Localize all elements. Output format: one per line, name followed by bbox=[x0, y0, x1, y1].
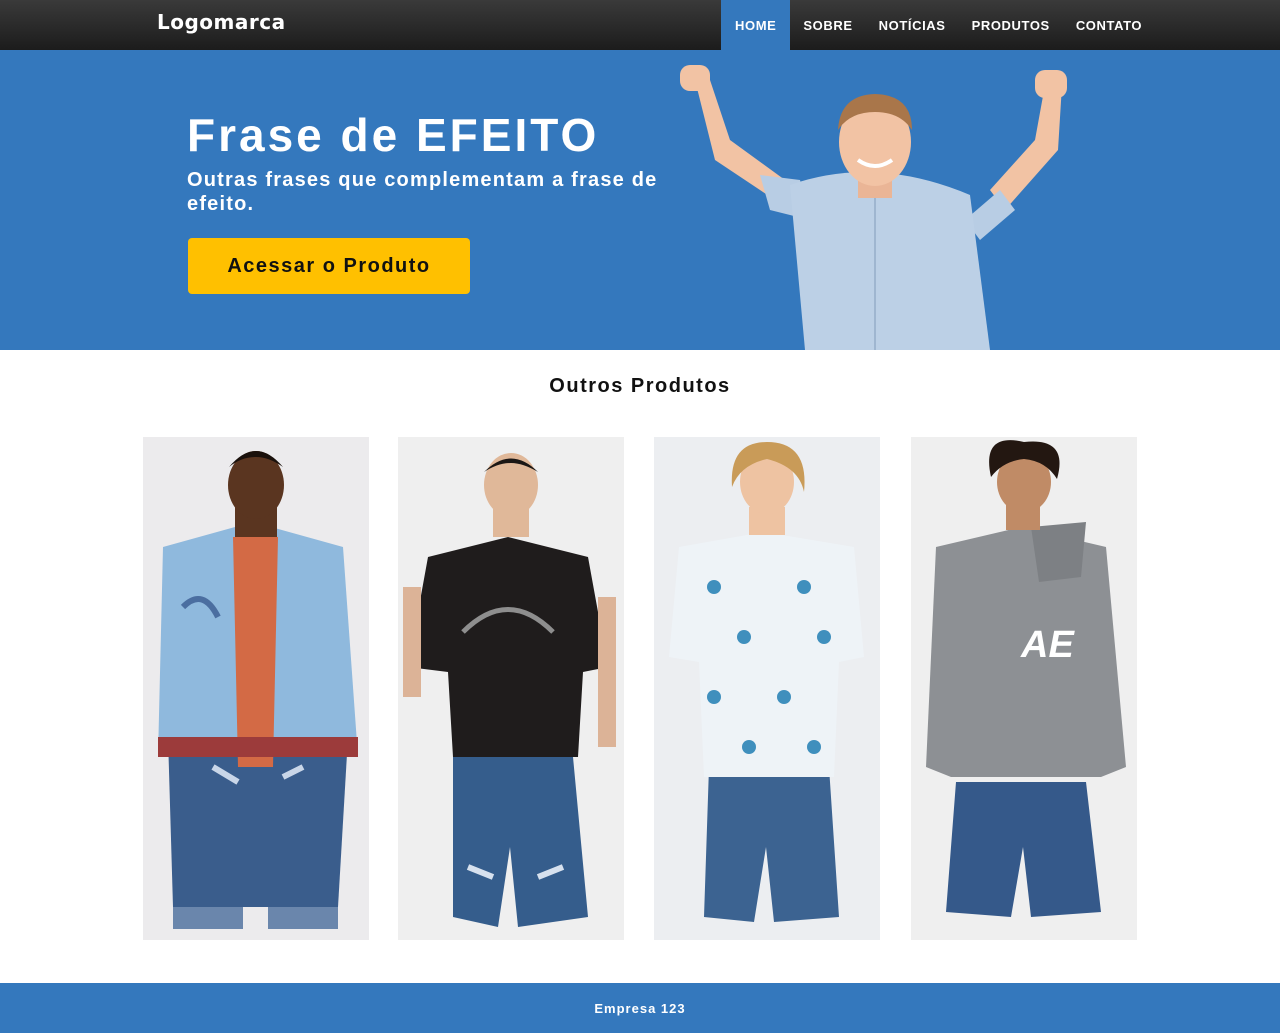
footer: Empresa 123 bbox=[0, 983, 1280, 1033]
nav-item-noticias[interactable]: NOTÍCIAS bbox=[866, 0, 959, 50]
hero-subtitle: Outras frases que complementam a frase d… bbox=[187, 169, 658, 215]
hero-title: Frase de EFEITO bbox=[187, 109, 600, 161]
nav-item-sobre[interactable]: SOBRE bbox=[790, 0, 865, 50]
product-image-tshirt bbox=[398, 437, 624, 940]
hero-person-image bbox=[680, 65, 1067, 350]
nav-item-home[interactable]: HOME bbox=[721, 0, 791, 50]
section-title: Outros Produtos bbox=[549, 375, 731, 397]
product-card-2[interactable] bbox=[398, 437, 624, 940]
main-nav: HOME SOBRE NOTÍCIAS PRODUTOS CONTATO bbox=[721, 0, 1155, 50]
product-image-print-shirt bbox=[654, 437, 880, 940]
product-image-hoodie: AE bbox=[911, 437, 1137, 940]
product-card-1[interactable] bbox=[143, 437, 369, 940]
nav-item-contato[interactable]: CONTATO bbox=[1063, 0, 1155, 50]
nav-item-produtos[interactable]: PRODUTOS bbox=[959, 0, 1063, 50]
top-navbar: Logomarca HOME SOBRE NOTÍCIAS PRODUTOS C… bbox=[0, 0, 1280, 50]
access-product-button[interactable]: Acessar o Produto bbox=[188, 238, 470, 294]
product-image-bomber bbox=[143, 437, 369, 940]
footer-text: Empresa 123 bbox=[594, 1000, 686, 1016]
product-card-3[interactable] bbox=[654, 437, 880, 940]
product-card-4[interactable]: AE bbox=[911, 437, 1137, 940]
hero-banner: Frase de EFEITO Outras frases que comple… bbox=[0, 50, 1280, 350]
logo[interactable]: Logomarca bbox=[157, 10, 286, 34]
hoodie-print: AE bbox=[1020, 624, 1075, 666]
